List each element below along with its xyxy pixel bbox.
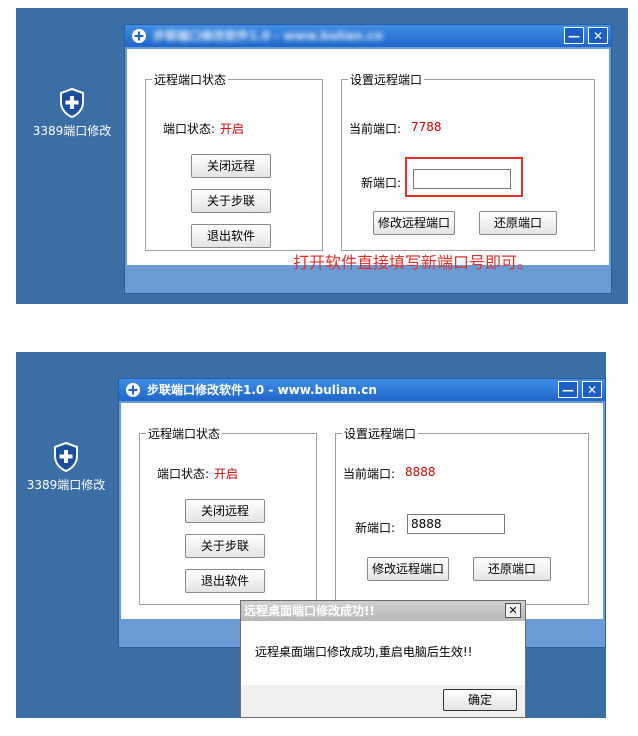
new-port-label: 新端口: <box>361 176 402 190</box>
desktop-bottom: 3389端口修改 步联端口修改软件1.0 - www.bulian.cn — ✕… <box>16 352 606 718</box>
minimize-button[interactable]: — <box>564 27 584 44</box>
shield-plus-icon <box>54 442 78 472</box>
exit-button[interactable]: 退出软件 <box>185 569 265 593</box>
shield-plus-icon <box>60 88 84 118</box>
group-legend: 远程端口状态 <box>154 73 227 87</box>
status-label: 端口状态: <box>157 467 210 481</box>
current-port-label: 当前端口: <box>349 122 402 136</box>
success-dialog: 远程桌面端口修改成功!! ✕ 远程桌面端口修改成功,重启电脑后生效!! 确定 <box>240 600 526 718</box>
title-bar[interactable]: 步联端口修改软件1.0 - www.bulian.cn — ✕ <box>125 25 611 47</box>
ok-button[interactable]: 确定 <box>443 689 517 711</box>
app-icon <box>126 383 140 397</box>
current-port-value: 7788 <box>411 120 442 134</box>
desktop-shortcut[interactable]: 3389端口修改 <box>26 442 106 493</box>
desktop-shortcut-label: 3389端口修改 <box>32 124 112 138</box>
close-remote-button[interactable]: 关闭远程 <box>185 499 265 523</box>
group-legend: 设置远程端口 <box>344 427 417 441</box>
restore-port-button[interactable]: 还原端口 <box>473 557 551 581</box>
close-button[interactable]: ✕ <box>588 27 608 44</box>
minimize-button[interactable]: — <box>558 381 578 398</box>
window-client: 远程端口状态 端口状态: 开启 关闭远程 关于步联 退出软件 设置远程端口 当前… <box>127 49 609 272</box>
window-title: 步联端口修改软件1.0 - www.bulian.cn <box>147 383 377 397</box>
new-port-input[interactable]: 8888 <box>407 514 505 534</box>
group-legend: 远程端口状态 <box>148 427 221 441</box>
exit-button[interactable]: 退出软件 <box>191 224 271 248</box>
status-label: 端口状态: <box>163 122 216 136</box>
group-legend: 设置远程端口 <box>350 73 423 87</box>
about-button[interactable]: 关于步联 <box>185 534 265 558</box>
modify-port-button[interactable]: 修改远程端口 <box>373 211 455 235</box>
dialog-title-bar[interactable]: 远程桌面端口修改成功!! ✕ <box>241 601 525 621</box>
dialog-title: 远程桌面端口修改成功!! <box>244 604 375 618</box>
app-icon <box>132 29 146 43</box>
dialog-close-button[interactable]: ✕ <box>505 603 521 618</box>
dialog-body: 远程桌面端口修改成功,重启电脑后生效!! <box>241 621 525 685</box>
about-button[interactable]: 关于步联 <box>191 189 271 213</box>
restore-port-button[interactable]: 还原端口 <box>479 211 557 235</box>
title-bar[interactable]: 步联端口修改软件1.0 - www.bulian.cn — ✕ <box>119 379 605 401</box>
status-value: 开启 <box>220 122 245 136</box>
desktop-shortcut-label: 3389端口修改 <box>26 478 106 492</box>
current-port-value: 8888 <box>405 465 436 479</box>
desktop-top: 3389端口修改 步联端口修改软件1.0 - www.bulian.cn — ✕… <box>16 8 628 304</box>
current-port-label: 当前端口: <box>343 467 396 481</box>
modify-port-button[interactable]: 修改远程端口 <box>367 557 449 581</box>
app-window: 步联端口修改软件1.0 - www.bulian.cn — ✕ 远程端口状态 端… <box>124 24 612 294</box>
desktop-shortcut[interactable]: 3389端口修改 <box>32 88 112 139</box>
status-value: 开启 <box>214 467 239 481</box>
instruction-annotation: 打开软件直接填写新端口号即可。 <box>293 253 534 272</box>
close-button[interactable]: ✕ <box>582 381 602 398</box>
new-port-label: 新端口: <box>355 521 396 535</box>
window-title: 步联端口修改软件1.0 - www.bulian.cn <box>153 29 383 43</box>
window-client: 远程端口状态 端口状态: 开启 关闭远程 关于步联 退出软件 设置远程端口 当前… <box>121 403 603 619</box>
dialog-message: 远程桌面端口修改成功,重启电脑后生效!! <box>255 645 473 659</box>
highlight-box <box>405 157 523 197</box>
close-remote-button[interactable]: 关闭远程 <box>191 154 271 178</box>
